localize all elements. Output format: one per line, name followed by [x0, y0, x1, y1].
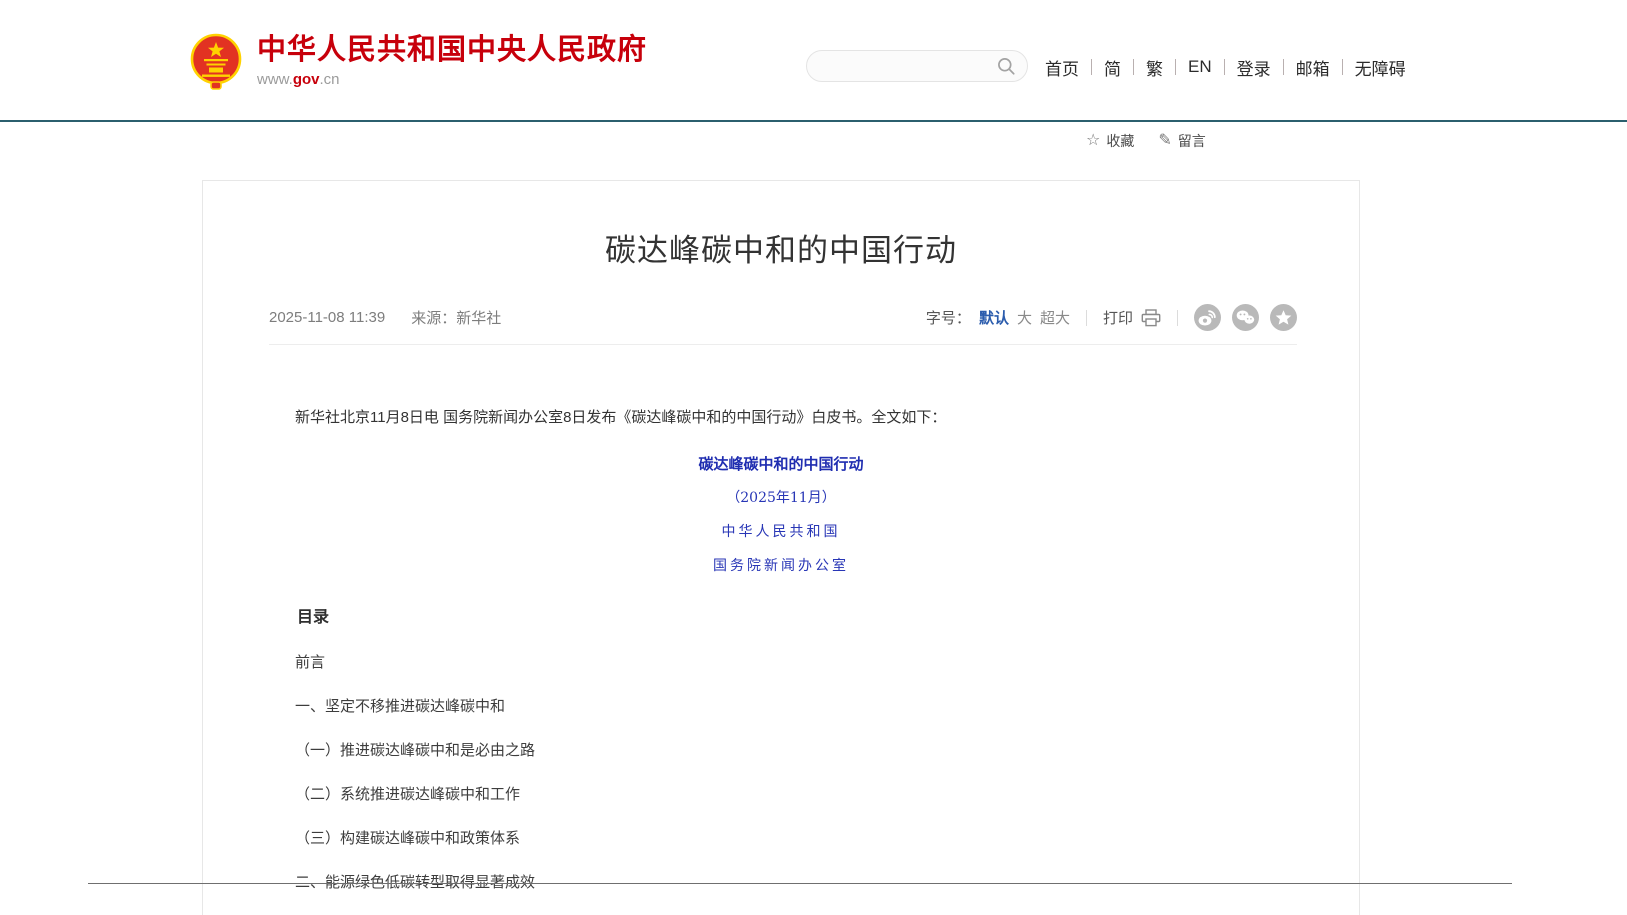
- search-bar: [806, 50, 1028, 82]
- font-size-large-button[interactable]: 大: [1017, 307, 1032, 328]
- print-button[interactable]: 打印: [1103, 307, 1161, 328]
- site-logo[interactable]: 中华人民共和国中央人民政府 www.gov.cn: [190, 32, 647, 90]
- toc-heading: 目录: [265, 603, 1297, 627]
- share-qzone-icon[interactable]: [1270, 304, 1297, 331]
- search-icon[interactable]: [997, 57, 1016, 76]
- page: 中华人民共和国中央人民政府 www.gov.cn 首页 简 繁 EN 登录 邮箱: [0, 0, 1627, 915]
- quick-actions: ☆ 收藏 ✎ 留言: [1086, 131, 1206, 151]
- article-meta-right: 字号： 默认 大 超大 打印: [926, 304, 1297, 331]
- source-value: 新华社: [456, 307, 501, 328]
- favorite-label: 收藏: [1106, 131, 1134, 151]
- lead-paragraph: 新华社北京11月8日电 国务院新闻办公室8日发布《碳达峰碳中和的中国行动》白皮书…: [265, 409, 1297, 426]
- nav-separator: [1283, 59, 1284, 75]
- article-source: 来源： 新华社: [411, 307, 501, 328]
- meta-separator: [1177, 310, 1178, 326]
- article-body: 新华社北京11月8日电 国务院新闻办公室8日发布《碳达峰碳中和的中国行动》白皮书…: [265, 409, 1297, 915]
- nav-separator: [1342, 59, 1343, 75]
- site-title: 中华人民共和国中央人民政府: [257, 34, 647, 67]
- toc-item-section1-2: （二）系统推进碳达峰碳中和工作: [265, 786, 1297, 803]
- nav-link-login[interactable]: 登录: [1237, 55, 1271, 80]
- font-size-default-button[interactable]: 默认: [979, 307, 1009, 328]
- search-input[interactable]: [818, 58, 997, 74]
- site-url-www: www.: [257, 71, 293, 88]
- article-title: 碳达峰碳中和的中国行动: [243, 225, 1319, 270]
- nav-separator: [1133, 59, 1134, 75]
- font-size-xlarge-button[interactable]: 超大: [1040, 307, 1070, 328]
- article-meta-left: 2025-11-08 11:39 来源： 新华社: [269, 307, 501, 328]
- message-label: 留言: [1178, 131, 1206, 151]
- article-date: 2025-11-08 11:39: [269, 309, 385, 326]
- toc-item-preface: 前言: [265, 654, 1297, 671]
- share-wechat-icon[interactable]: [1232, 304, 1259, 331]
- nav-separator: [1175, 59, 1176, 75]
- top-nav: 首页 简 繁 EN 登录 邮箱 无障碍: [1045, 55, 1406, 79]
- document-org-line1: 中华人民共和国: [265, 521, 1297, 541]
- article-card: 碳达峰碳中和的中国行动 2025-11-08 11:39 来源： 新华社 字号：…: [202, 180, 1360, 915]
- nav-separator: [1224, 59, 1225, 75]
- nav-link-home[interactable]: 首页: [1045, 55, 1079, 80]
- nav-link-mail[interactable]: 邮箱: [1296, 55, 1330, 80]
- site-url-gov: gov: [293, 71, 320, 88]
- document-date: （2025年11月）: [265, 487, 1297, 507]
- toc-item-section1-1: （一）推进碳达峰碳中和是必由之路: [265, 742, 1297, 759]
- toc-item-section1: 一、坚定不移推进碳达峰碳中和: [265, 698, 1297, 715]
- share-weibo-icon[interactable]: [1194, 304, 1221, 331]
- header-divider: [0, 120, 1627, 122]
- viewport-bottom-line: [88, 883, 1512, 884]
- toc-item-section1-3: （三）构建碳达峰碳中和政策体系: [265, 830, 1297, 847]
- site-url-cn: .cn: [320, 71, 340, 88]
- nav-link-simplified-chinese[interactable]: 简: [1104, 55, 1121, 80]
- nav-link-accessibility[interactable]: 无障碍: [1355, 55, 1406, 80]
- site-header: 中华人民共和国中央人民政府 www.gov.cn 首页 简 繁 EN 登录 邮箱: [0, 0, 1627, 120]
- nav-link-english[interactable]: EN: [1188, 57, 1212, 77]
- article-meta-row: 2025-11-08 11:39 来源： 新华社 字号： 默认 大 超大 打印: [269, 304, 1297, 345]
- star-icon: ☆: [1086, 133, 1100, 149]
- message-button[interactable]: ✎ 留言: [1158, 131, 1205, 151]
- brand-text: 中华人民共和国中央人民政府 www.gov.cn: [257, 34, 647, 87]
- source-label: 来源：: [411, 307, 456, 328]
- nav-link-traditional-chinese[interactable]: 繁: [1146, 55, 1163, 80]
- favorite-button[interactable]: ☆ 收藏: [1086, 131, 1134, 151]
- document-org-line2: 国务院新闻办公室: [265, 555, 1297, 575]
- font-size-label: 字号：: [926, 307, 971, 328]
- pencil-icon: ✎: [1158, 133, 1171, 149]
- print-label: 打印: [1103, 307, 1133, 328]
- site-url: www.gov.cn: [257, 71, 647, 88]
- share-group: [1194, 304, 1297, 331]
- national-emblem-icon: [190, 32, 242, 90]
- printer-icon: [1141, 309, 1161, 327]
- document-title: 碳达峰碳中和的中国行动: [265, 453, 1297, 474]
- nav-separator: [1091, 59, 1092, 75]
- meta-separator: [1086, 310, 1087, 326]
